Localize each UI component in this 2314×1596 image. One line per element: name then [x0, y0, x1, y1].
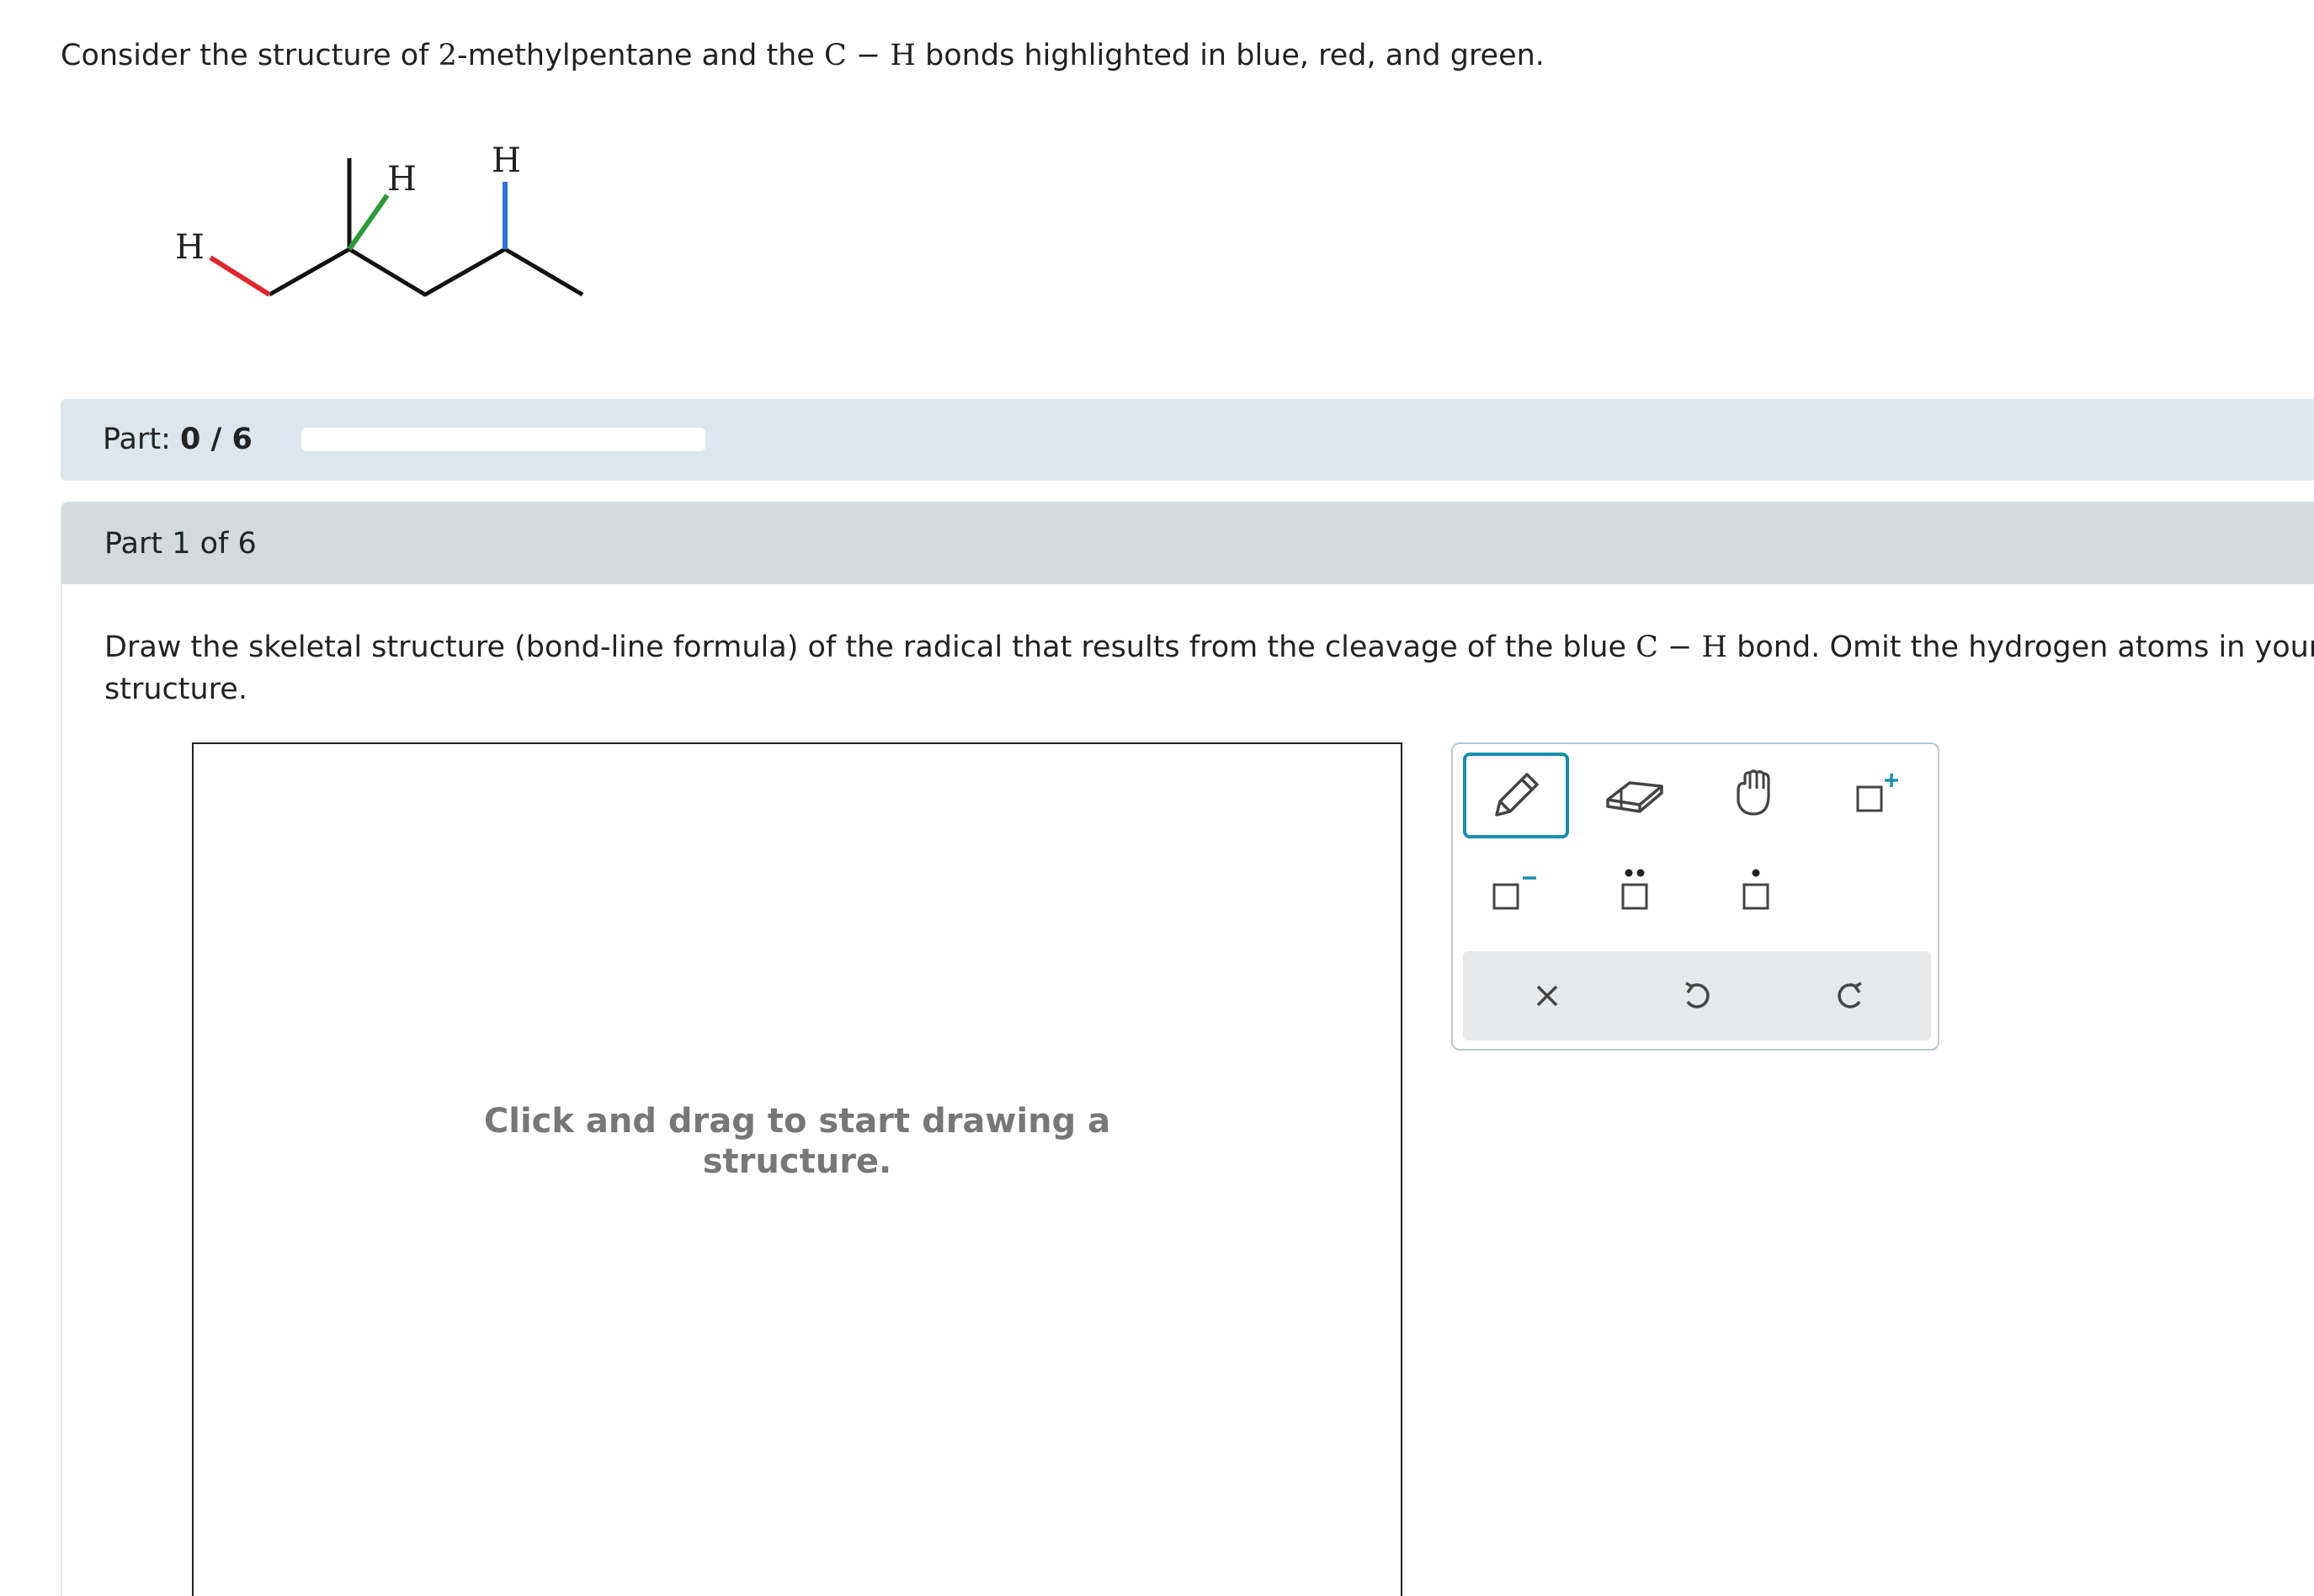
- undo-icon: [1685, 982, 1710, 1008]
- progress-track: [301, 428, 705, 451]
- pencil-icon: [1495, 773, 1539, 817]
- question-before: Draw the skeletal structure (bond-line f…: [104, 630, 1636, 664]
- lone-pair-icon: [1621, 869, 1648, 910]
- molecule-structure: H H H: [175, 141, 584, 297]
- intro-text-before: Consider the structure of: [61, 39, 439, 72]
- negative-charge-icon: [1492, 876, 1536, 910]
- negative-charge-button[interactable]: [1463, 850, 1564, 934]
- question-bond: C − H: [1636, 630, 1728, 664]
- h-label-left: H: [175, 228, 205, 267]
- hand-icon: [1737, 769, 1770, 816]
- clear-button[interactable]: [1501, 954, 1593, 1038]
- green-ch-bond: [347, 194, 390, 251]
- intro-number: 2: [438, 39, 457, 72]
- h-label-blue: H: [492, 141, 521, 180]
- drawing-canvas[interactable]: Click and drag to start drawing a struct…: [192, 742, 1402, 1596]
- part-progress-value: 0 / 6: [180, 423, 253, 456]
- toolbar-action-row: [1463, 951, 1931, 1040]
- canvas-hint-line2: structure.: [702, 1142, 892, 1181]
- part-header: Part 1 of 6: [62, 502, 2314, 584]
- clear-icon: [1536, 985, 1558, 1007]
- undo-button[interactable]: [1651, 954, 1743, 1038]
- eraser-icon: [1606, 781, 1663, 813]
- lone-pair-button[interactable]: [1584, 850, 1685, 934]
- h-label-green: H: [387, 160, 417, 199]
- pencil-tool-button[interactable]: [1463, 753, 1569, 838]
- part-progress-prefix: Part:: [103, 423, 181, 456]
- positive-charge-icon: [1856, 774, 1898, 812]
- red-ch-bond: [209, 255, 271, 297]
- question-text: Draw the skeletal structure (bond-line f…: [104, 626, 2314, 710]
- eraser-tool-button[interactable]: [1584, 753, 1685, 837]
- positive-charge-button[interactable]: [1827, 753, 1928, 837]
- canvas-hint: Click and drag to start drawing a struct…: [194, 1101, 1401, 1182]
- intro-text-after: bonds highlighted in blue, red, and gree…: [915, 39, 1545, 72]
- canvas-hint-line1: Click and drag to start drawing a: [483, 1102, 1111, 1141]
- radical-button[interactable]: [1705, 850, 1806, 934]
- redo-icon: [1838, 982, 1862, 1008]
- redo-button[interactable]: [1804, 954, 1896, 1038]
- intro-text: Consider the structure of 2-methylpentan…: [61, 34, 1545, 77]
- hand-tool-button[interactable]: [1705, 753, 1806, 837]
- drawing-toolbar: [1451, 742, 1939, 1051]
- part-progress-label: Part: 0 / 6: [103, 421, 253, 458]
- radical-icon: [1742, 869, 1769, 910]
- carbon-skeleton: [268, 247, 584, 297]
- part-section: Part 1 of 6 Draw the skeletal structure …: [61, 502, 2314, 1596]
- part-progress-bar: Part: 0 / 6: [61, 399, 2314, 481]
- intro-bond: C − H: [824, 39, 916, 72]
- part-header-label: Part 1 of 6: [104, 527, 257, 561]
- intro-text-middle: -methylpentane and the: [456, 39, 825, 72]
